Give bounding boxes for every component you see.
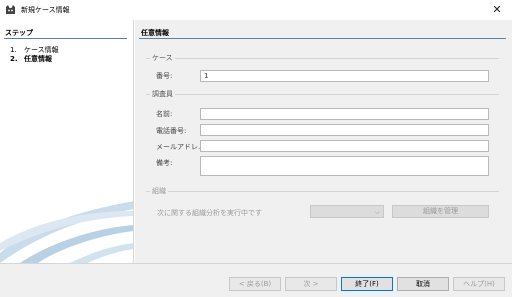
notes-label: 備考: (156, 159, 173, 167)
case-group-title: ケース (150, 53, 175, 63)
cat-head-icon (6, 5, 15, 14)
footer-bar: < 戻る(B) 次 > 終了(F) 取消 ヘルプ(H) (0, 263, 512, 297)
finish-button[interactable]: 終了(F) (341, 277, 393, 291)
page-title: 任意情報 (141, 29, 169, 37)
steps-pane: ステップ 1. ケース情報 2. 任意情報 (0, 20, 134, 263)
case-number-field[interactable]: 1 (200, 70, 489, 82)
organization-select[interactable]: ⌵ (310, 205, 384, 218)
back-button[interactable]: < 戻る(B) (229, 277, 281, 291)
name-field[interactable] (200, 108, 489, 120)
content-pane: 任意情報 ケース 番号: 1 調査員 名前: 電話番号: メールアドレ... 備… (135, 20, 512, 263)
step-label: 任意情報 (24, 55, 52, 63)
email-label: メールアドレ... (156, 143, 205, 151)
step-label: ケース情報 (24, 46, 59, 54)
decorative-swoosh-graphic (0, 201, 133, 263)
examiner-group-title: 調査員 (150, 89, 175, 99)
chevron-down-icon: ⌵ (374, 208, 380, 216)
next-button[interactable]: 次 > (285, 277, 337, 291)
case-group: ケース 番号: 1 (146, 53, 499, 86)
phone-field[interactable] (200, 124, 489, 136)
organization-group: 組織 次に関する組織分析を実行中です ⌵ 組織を管理 (146, 186, 499, 225)
header-divider (139, 38, 506, 39)
phone-label: 電話番号: (156, 127, 187, 135)
cancel-button[interactable]: 取消 (397, 277, 449, 291)
steps-divider (4, 38, 127, 39)
org-analysis-text: 次に関する組織分析を実行中です (157, 209, 262, 217)
email-field[interactable] (200, 140, 489, 152)
steps-header: ステップ (5, 29, 33, 37)
notes-field[interactable] (200, 156, 489, 176)
close-icon[interactable]: ✕ (488, 1, 506, 19)
window-title: 新規ケース情報 (21, 6, 70, 14)
organization-group-title: 組織 (150, 186, 168, 196)
title-bar: 新規ケース情報 ✕ (0, 0, 512, 20)
name-label: 名前: (156, 110, 173, 118)
manage-organizations-button[interactable]: 組織を管理 (392, 205, 489, 218)
examiner-group: 調査員 名前: 電話番号: メールアドレ... 備考: (146, 89, 499, 194)
case-number-label: 番号: (156, 72, 173, 80)
help-button[interactable]: ヘルプ(H) (453, 277, 505, 291)
step-item-optional-info: 2. 任意情報 (10, 55, 52, 63)
